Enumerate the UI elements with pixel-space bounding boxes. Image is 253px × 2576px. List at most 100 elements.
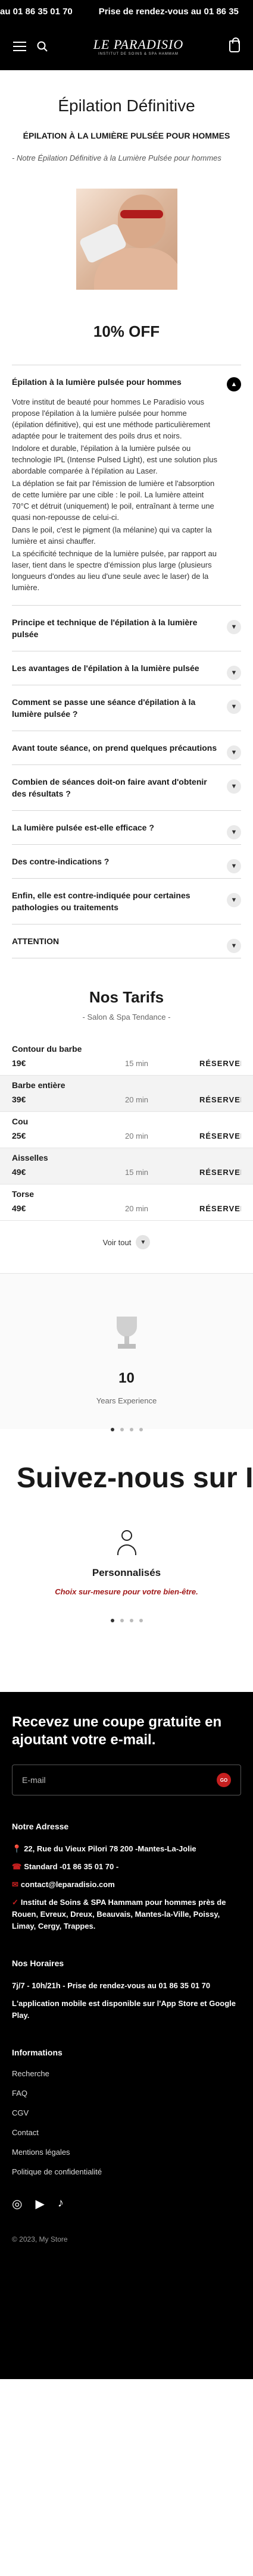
accordion-body: Votre institut de beauté pour hommes Le … xyxy=(12,396,217,593)
tarifs-title: Nos Tarifs xyxy=(89,988,164,1006)
site-logo[interactable]: LE PARADISIO INSTITUT DE SOINS & SPA HAM… xyxy=(93,37,184,56)
service-duration: 15 min xyxy=(125,1167,149,1177)
email-field[interactable]: E-mail GO xyxy=(12,1765,241,1795)
chevron-down-icon[interactable]: ▼ xyxy=(227,666,241,680)
accordion-paragraph: Dans le poil, c'est le pigment (la mélan… xyxy=(12,525,212,546)
tarif-row: Torse 49€ 20 min RÉSERVER xyxy=(0,1184,253,1221)
accordion-title[interactable]: La lumière pulsée est-elle efficace ? xyxy=(12,822,217,833)
tarifs-subtitle: - Salon & Spa Tendance - xyxy=(82,1013,171,1021)
service-duration: 15 min xyxy=(125,1058,149,1068)
hero-image xyxy=(76,189,177,290)
footer-link-cgv[interactable]: CGV xyxy=(12,2108,241,2117)
accordion-item[interactable]: ATTENTION ▼ xyxy=(12,925,241,958)
footer-link-mentions[interactable]: Mentions légales xyxy=(12,2148,241,2157)
book-button[interactable]: RÉSERVER xyxy=(199,1095,241,1104)
announcement-bar: au 01 86 35 01 70 Prise de rendez-vous a… xyxy=(0,0,253,23)
service-duration: 20 min xyxy=(125,1095,149,1104)
accordion-item[interactable]: Épilation à la lumière pulsée pour homme… xyxy=(12,365,241,606)
footer-link-contact[interactable]: Contact xyxy=(12,2128,241,2137)
service-name: Aisselles xyxy=(12,1153,48,1162)
mail-icon: ✉ xyxy=(12,1880,18,1889)
service-duration: 20 min xyxy=(125,1131,149,1140)
copyright: © 2023, My Store xyxy=(12,2235,68,2243)
chevron-down-icon[interactable]: ▼ xyxy=(227,859,241,873)
youtube-icon[interactable]: ▶ xyxy=(35,2196,44,2211)
stats-section: 10 Years Experience xyxy=(0,1273,253,1431)
book-button[interactable]: RÉSERVER xyxy=(199,1204,241,1213)
stat-label: Years Experience xyxy=(96,1396,157,1405)
carousel-dots[interactable] xyxy=(0,1428,253,1431)
accordion-item[interactable]: Enfin, elle est contre-indiquée pour cer… xyxy=(12,879,241,925)
service-name: Barbe entière xyxy=(12,1080,65,1090)
accordion-paragraph: La spécificité technique de la lumière p… xyxy=(12,549,217,592)
see-all-button[interactable]: Voir tout ▼ xyxy=(0,1235,253,1249)
service-name: Contour du barbe xyxy=(12,1044,82,1054)
footer-link-privacy[interactable]: Politique de confidentialité xyxy=(12,2167,241,2176)
check-icon: ✓ xyxy=(12,1898,18,1907)
announcement-text: Prise de rendez-vous au 01 86 35 xyxy=(98,6,239,17)
social-links: ◎ ▶ ♪ xyxy=(12,2196,241,2211)
instagram-icon[interactable]: ◎ xyxy=(12,2196,22,2211)
accordion-paragraph: Votre institut de beauté pour hommes Le … xyxy=(12,397,211,440)
menu-icon[interactable] xyxy=(13,42,26,51)
chevron-down-icon: ▼ xyxy=(136,1235,151,1249)
accordion-item[interactable]: Comment se passe une séance d'épilation … xyxy=(12,685,241,731)
service-price: 25€ xyxy=(12,1131,26,1140)
discount-label: 10% OFF xyxy=(93,322,160,340)
accordion-paragraph: Indolore et durable, l'épilation à la lu… xyxy=(12,444,217,475)
service-duration: 20 min xyxy=(125,1204,149,1213)
faq-accordion: Épilation à la lumière pulsée pour homme… xyxy=(12,365,241,958)
accordion-title[interactable]: Épilation à la lumière pulsée pour homme… xyxy=(12,376,217,388)
accordion-title[interactable]: Comment se passe une séance d'épilation … xyxy=(12,696,217,720)
accordion-title[interactable]: Avant toute séance, on prend quelques pr… xyxy=(12,742,217,754)
accordion-item[interactable]: Principe et technique de l'épilation à l… xyxy=(12,606,241,651)
book-button[interactable]: RÉSERVER xyxy=(199,1059,241,1068)
info-section: Informations Recherche FAQ CGV Contact M… xyxy=(12,2048,241,2176)
accordion-item[interactable]: Des contre-indications ? ▼ xyxy=(12,845,241,879)
accordion-title[interactable]: Principe et technique de l'épilation à l… xyxy=(12,616,217,640)
announcement-text: au 01 86 35 01 70 xyxy=(0,6,73,17)
page-subtitle: ÉPILATION À LA LUMIÈRE PULSÉE POUR HOMME… xyxy=(23,131,230,140)
accordion-item[interactable]: La lumière pulsée est-elle efficace ? ▼ xyxy=(12,811,241,845)
user-icon xyxy=(115,1530,139,1556)
accordion-title[interactable]: Combien de séances doit-on faire avant d… xyxy=(12,776,217,800)
book-button[interactable]: RÉSERVER xyxy=(199,1168,241,1177)
chevron-down-icon[interactable]: ▼ xyxy=(227,779,241,794)
accordion-title[interactable]: ATTENTION xyxy=(12,935,217,947)
stat-number: 10 xyxy=(118,1370,135,1386)
accordion-title[interactable]: Enfin, elle est contre-indiquée pour cer… xyxy=(12,889,217,913)
tiktok-icon[interactable]: ♪ xyxy=(58,2196,64,2211)
carousel-dots[interactable] xyxy=(0,1619,253,1622)
chevron-down-icon[interactable]: ▼ xyxy=(227,620,241,634)
chevron-down-icon[interactable]: ▼ xyxy=(227,939,241,953)
book-button[interactable]: RÉSERVER xyxy=(199,1132,241,1140)
chevron-down-icon[interactable]: ▼ xyxy=(227,700,241,714)
chevron-down-icon[interactable]: ▼ xyxy=(227,745,241,760)
service-name: Cou xyxy=(12,1117,29,1126)
address-section: Notre Adresse 📍 22, Rue du Vieux Pilori 7… xyxy=(12,1822,226,1931)
tarif-row: Barbe entière 39€ 20 min RÉSERVER xyxy=(0,1076,253,1112)
page-title: Épilation Définitive xyxy=(58,96,195,115)
chevron-down-icon[interactable]: ▼ xyxy=(227,893,241,907)
accordion-title[interactable]: Les avantages de l'épilation à la lumièr… xyxy=(12,662,217,674)
cart-icon[interactable] xyxy=(229,37,240,52)
accordion-item[interactable]: Avant toute séance, on prend quelques pr… xyxy=(12,731,241,765)
tarifs-section: Nos Tarifs - Salon & Spa Tendance - Cont… xyxy=(0,988,253,1249)
footer-link-recherche[interactable]: Recherche xyxy=(12,2069,241,2078)
site-footer: Recevez une coupe gratuite en ajoutant v… xyxy=(0,1692,253,2379)
service-price: 39€ xyxy=(12,1095,26,1104)
tarif-row: Cou 25€ 20 min RÉSERVER xyxy=(0,1112,253,1148)
chevron-up-icon[interactable]: ▲ xyxy=(227,377,241,391)
service-price: 49€ xyxy=(12,1167,26,1177)
accordion-item[interactable]: Combien de séances doit-on faire avant d… xyxy=(12,765,241,811)
search-icon[interactable] xyxy=(37,41,48,52)
footer-link-faq[interactable]: FAQ xyxy=(12,2089,241,2098)
chevron-down-icon[interactable]: ▼ xyxy=(227,825,241,839)
accordion-title[interactable]: Des contre-indications ? xyxy=(12,855,217,867)
submit-button[interactable]: GO xyxy=(217,1773,231,1787)
trophy-icon xyxy=(112,1317,142,1352)
service-name: Torse xyxy=(12,1189,35,1199)
tarif-row: Aisselles 49€ 15 min RÉSERVER xyxy=(0,1148,253,1184)
service-price: 49€ xyxy=(12,1204,26,1213)
accordion-item[interactable]: Les avantages de l'épilation à la lumièr… xyxy=(12,651,241,685)
